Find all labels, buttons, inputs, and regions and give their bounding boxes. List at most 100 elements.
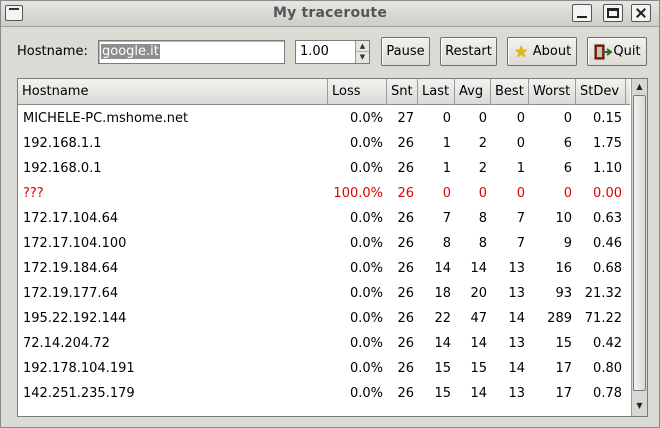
cell-stdev: 0.78	[593, 386, 622, 401]
cell-last: 7	[442, 211, 451, 226]
pause-button[interactable]: Pause	[381, 37, 430, 66]
column-header-stdev[interactable]: StDev	[576, 79, 626, 105]
cell-last: 0	[442, 186, 451, 201]
spin-down-icon[interactable]: ▼	[356, 52, 369, 63]
cell-last: 15	[434, 386, 451, 401]
table-row[interactable]: 192.178.104.191 0.0% 26 15 15 14 17 0.80	[18, 356, 630, 381]
column-header-loss[interactable]: Loss	[328, 79, 387, 105]
cell-avg: 0	[478, 186, 487, 201]
star-icon: ★	[514, 42, 529, 61]
table-row[interactable]: ??? 100.0% 26 0 0 0 0 0.00	[18, 181, 630, 206]
hostname-input[interactable]: google.it	[98, 40, 285, 64]
column-header-hostname[interactable]: Hostname	[18, 79, 328, 105]
cell-best: 0	[516, 186, 525, 201]
cell-worst: 17	[555, 386, 572, 401]
cell-last: 1	[442, 161, 451, 176]
about-button[interactable]: ★ About	[507, 37, 577, 66]
column-header-snt[interactable]: Snt	[387, 79, 418, 105]
cell-hostname: 172.17.104.100	[23, 236, 127, 251]
cell-avg: 14	[470, 386, 487, 401]
quit-button[interactable]: Quit	[587, 37, 647, 66]
spin-up-icon[interactable]: ▲	[356, 41, 369, 52]
cell-stdev: 0.42	[593, 336, 622, 351]
cell-stdev: 0.15	[593, 111, 622, 126]
column-header-best[interactable]: Best	[491, 79, 529, 105]
cell-snt: 26	[397, 386, 414, 401]
cell-snt: 26	[397, 311, 414, 326]
cell-best: 14	[508, 361, 525, 376]
cell-stdev: 21.32	[584, 286, 622, 301]
table-row[interactable]: MICHELE-PC.mshome.net 0.0% 27 0 0 0 0 0.15	[18, 106, 630, 131]
scroll-down-icon[interactable]: ▼	[634, 400, 645, 412]
cell-snt: 26	[397, 161, 414, 176]
cell-best: 7	[516, 211, 525, 226]
cell-last: 15	[434, 361, 451, 376]
table-row[interactable]: 192.168.1.1 0.0% 26 1 2 0 6 1.75	[18, 131, 630, 156]
cell-hostname: 142.251.235.179	[23, 386, 135, 401]
cell-worst: 16	[555, 261, 572, 276]
cell-snt: 26	[397, 336, 414, 351]
cell-avg: 8	[478, 236, 487, 251]
results-table[interactable]: Hostname Loss Snt Last Avg Best Worst StDev MIC…	[17, 78, 648, 417]
table-body: MICHELE-PC.mshome.net 0.0% 27 0 0 0 0 0.15 192.1…	[18, 106, 630, 406]
table-row[interactable]: 172.17.104.64 0.0% 26 7 8 7 10 0.63	[18, 206, 630, 231]
cell-loss: 0.0%	[349, 386, 383, 401]
table-row[interactable]: 72.14.204.72 0.0% 26 14 14 13 15 0.42	[18, 331, 630, 356]
cell-snt: 26	[397, 261, 414, 276]
cell-stdev: 1.75	[593, 136, 622, 151]
cell-last: 8	[442, 236, 451, 251]
column-header-worst[interactable]: Worst	[529, 79, 576, 105]
cell-avg: 14	[470, 336, 487, 351]
cell-stdev: 0.46	[593, 236, 622, 251]
vertical-scrollbar[interactable]: ▲ ▼	[631, 79, 647, 416]
restart-button[interactable]: Restart	[440, 37, 497, 66]
cell-avg: 20	[470, 286, 487, 301]
cell-worst: 6	[563, 161, 572, 176]
hostname-label: Hostname:	[17, 44, 88, 59]
cell-avg: 2	[478, 136, 487, 151]
table-row[interactable]: 172.19.177.64 0.0% 26 18 20 13 93 21.32	[18, 281, 630, 306]
scrollbar-thumb[interactable]	[633, 95, 646, 391]
cell-worst: 0	[563, 186, 572, 201]
interval-value: 1.00	[300, 44, 329, 59]
column-header-avg[interactable]: Avg	[455, 79, 491, 105]
table-row[interactable]: 192.168.0.1 0.0% 26 1 2 1 6 1.10	[18, 156, 630, 181]
spin-arrows[interactable]: ▲ ▼	[355, 41, 369, 63]
close-button[interactable]	[631, 4, 651, 22]
table-row[interactable]: 172.19.184.64 0.0% 26 14 14 13 16 0.68	[18, 256, 630, 281]
cell-snt: 26	[397, 136, 414, 151]
app-window: My traceroute Hostname: google.it 1.00 ▲…	[0, 0, 660, 428]
cell-avg: 2	[478, 161, 487, 176]
table-row[interactable]: 172.17.104.100 0.0% 26 8 8 7 9 0.46	[18, 231, 630, 256]
cell-best: 13	[508, 286, 525, 301]
table-row[interactable]: 195.22.192.144 0.0% 26 22 47 14 289 71.22	[18, 306, 630, 331]
exit-door-icon	[594, 44, 612, 60]
cell-snt: 26	[397, 236, 414, 251]
cell-loss: 0.0%	[349, 361, 383, 376]
scroll-up-icon[interactable]: ▲	[634, 81, 645, 93]
cell-stdev: 71.22	[584, 311, 622, 326]
cell-hostname: 172.17.104.64	[23, 211, 119, 226]
cell-best: 0	[516, 111, 525, 126]
minimize-button[interactable]	[572, 4, 592, 22]
cell-last: 14	[434, 336, 451, 351]
interval-spinbox[interactable]: 1.00 ▲ ▼	[295, 40, 370, 64]
cell-avg: 0	[478, 111, 487, 126]
cell-hostname: 72.14.204.72	[23, 336, 110, 351]
cell-worst: 15	[555, 336, 572, 351]
cell-hostname: 172.19.184.64	[23, 261, 119, 276]
cell-snt: 26	[397, 361, 414, 376]
table-row[interactable]: 142.251.235.179 0.0% 26 15 14 13 17 0.78	[18, 381, 630, 406]
cell-stdev: 0.80	[593, 361, 622, 376]
cell-worst: 289	[547, 311, 572, 326]
cell-stdev: 0.68	[593, 261, 622, 276]
cell-stdev: 0.63	[593, 211, 622, 226]
cell-best: 13	[508, 261, 525, 276]
cell-last: 14	[434, 261, 451, 276]
cell-best: 13	[508, 336, 525, 351]
cell-snt: 26	[397, 211, 414, 226]
cell-hostname: 192.178.104.191	[23, 361, 135, 376]
maximize-button[interactable]	[603, 4, 623, 22]
column-header-last[interactable]: Last	[418, 79, 455, 105]
cell-last: 0	[442, 111, 451, 126]
